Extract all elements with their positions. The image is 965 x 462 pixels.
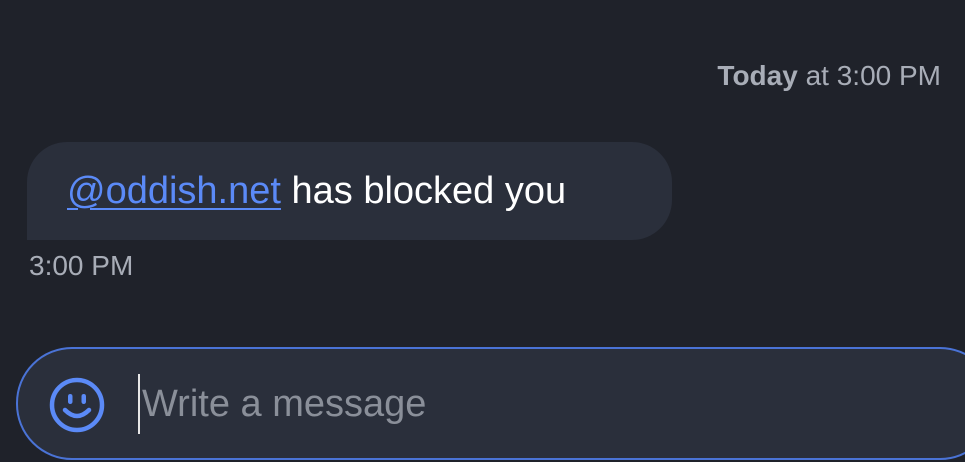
message-timestamp: 3:00 PM <box>29 250 134 281</box>
system-message-bubble: @oddish.net has blocked you <box>27 142 672 240</box>
message-input[interactable] <box>138 374 922 434</box>
date-separator-day: Today <box>717 60 798 91</box>
user-mention-link[interactable]: @oddish.net <box>67 170 281 213</box>
message-composer <box>16 347 965 460</box>
emoji-button[interactable] <box>48 376 106 434</box>
smiley-icon <box>49 377 105 433</box>
date-separator-time: at 3:00 PM <box>805 60 941 91</box>
date-separator: Today at 3:00 PM <box>717 60 941 92</box>
system-message-text: has blocked you <box>280 169 567 212</box>
